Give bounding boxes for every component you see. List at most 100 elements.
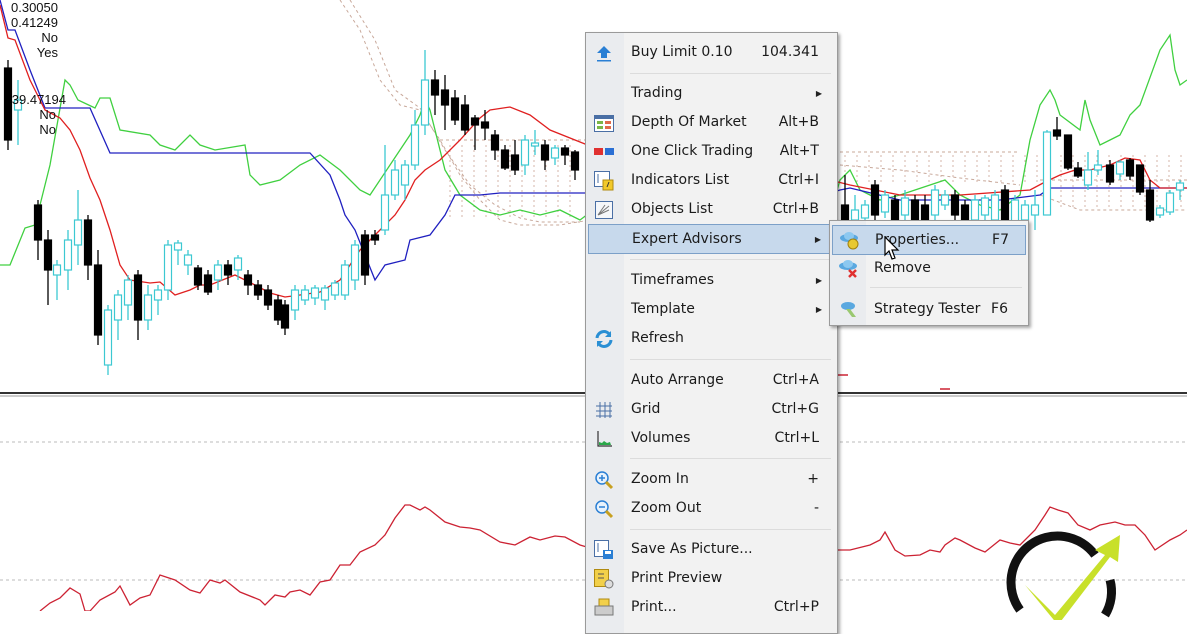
menu-item-label: Print Preview xyxy=(631,570,723,586)
menu-item-print-preview[interactable]: Print Preview xyxy=(588,564,835,592)
bullish-candle xyxy=(103,309,113,366)
bullish-candle xyxy=(420,79,430,126)
menu-item-timeframes[interactable]: Timeframes ▶ xyxy=(588,266,835,294)
bullish-candle xyxy=(850,209,860,221)
indicator-value-labels-mid: 39.47194 No No xyxy=(0,92,66,137)
indicator-value: No xyxy=(39,107,56,122)
bullish-candle xyxy=(970,199,980,221)
menu-item-one-click-trading[interactable]: One Click Trading Alt+T xyxy=(588,137,835,165)
bullish-candle xyxy=(520,139,530,166)
bearish-candle xyxy=(253,284,263,296)
bullish-candle xyxy=(63,239,73,271)
mouse-pointer-icon xyxy=(884,236,900,260)
bearish-candle xyxy=(223,264,233,276)
buy-limit-arrow-icon xyxy=(593,43,615,63)
menu-item-label: Refresh xyxy=(631,330,684,346)
indicator-value: No xyxy=(39,122,56,137)
bearish-candle xyxy=(360,234,370,276)
zoom-in-icon xyxy=(593,470,615,490)
bullish-candle xyxy=(290,289,300,311)
bearish-candle xyxy=(203,274,213,293)
menu-item-label: Save As Picture... xyxy=(631,541,753,557)
bearish-candle xyxy=(920,204,930,221)
bullish-candle xyxy=(1175,182,1185,191)
menu-item-buy-limit[interactable]: Buy Limit 0.10 104.341 xyxy=(588,38,835,66)
menu-item-grid[interactable]: Grid Ctrl+G xyxy=(588,395,835,423)
menu-separator xyxy=(630,359,831,360)
menu-item-label: Template xyxy=(631,301,695,317)
bullish-candle xyxy=(550,147,560,159)
indicator-value: No xyxy=(41,30,58,45)
submenu-arrow-icon: ▶ xyxy=(815,275,822,285)
bearish-candle xyxy=(510,154,520,171)
expert-advisors-submenu: Properties... F7 Remove Strategy Tester … xyxy=(829,220,1029,326)
one-click-trading-icon xyxy=(593,142,615,162)
bearish-candle xyxy=(870,184,880,216)
bearish-candle xyxy=(540,144,550,161)
submenu-item-shortcut: F6 xyxy=(991,301,1008,317)
bullish-candle xyxy=(123,279,133,306)
menu-item-shortcut: Alt+T xyxy=(779,143,819,159)
bullish-candle xyxy=(1155,207,1165,216)
submenu-item-label: Strategy Tester xyxy=(874,301,981,317)
bearish-candle xyxy=(910,199,920,221)
bearish-candle xyxy=(133,274,143,321)
submenu-item-strategy-tester[interactable]: Strategy Tester F6 xyxy=(832,295,1024,323)
menu-item-shortcut: Ctrl+A xyxy=(772,372,819,388)
volumes-icon xyxy=(593,429,615,449)
submenu-arrow-icon: ▶ xyxy=(814,234,821,244)
print-icon xyxy=(593,598,615,618)
menu-item-zoom-in[interactable]: Zoom In + xyxy=(588,465,835,493)
bullish-candle xyxy=(1083,169,1093,186)
submenu-arrow-icon: ▶ xyxy=(815,304,822,314)
bullish-candle xyxy=(173,242,183,251)
menu-item-shortcut: - xyxy=(813,500,819,516)
menu-item-trading[interactable]: Trading ▶ xyxy=(588,79,835,107)
ea-properties-icon xyxy=(839,230,861,250)
bullish-candle xyxy=(390,169,400,196)
menu-item-print[interactable]: Print... Ctrl+P xyxy=(588,593,835,621)
menu-item-volumes[interactable]: Volumes Ctrl+L xyxy=(588,424,835,452)
menu-item-auto-arrange[interactable]: Auto Arrange Ctrl+A xyxy=(588,366,835,394)
submenu-item-properties[interactable]: Properties... F7 xyxy=(832,225,1026,255)
menu-item-save-as-picture[interactable]: Save As Picture... xyxy=(588,535,835,563)
menu-item-depth-of-market[interactable]: Depth Of Market Alt+B xyxy=(588,108,835,136)
menu-item-label: Objects List xyxy=(631,201,713,217)
bullish-candle xyxy=(900,197,910,216)
bearish-candle xyxy=(1052,129,1062,137)
submenu-item-remove[interactable]: Remove xyxy=(832,254,1024,282)
bullish-candle xyxy=(1115,161,1125,175)
bullish-candle xyxy=(860,204,870,219)
chart-context-menu: Buy Limit 0.10 104.341 Trading ▶ Depth O… xyxy=(585,32,838,634)
bearish-candle xyxy=(193,267,203,286)
indicator-value: 0.30050 xyxy=(11,0,58,15)
bearish-candle xyxy=(1125,159,1135,177)
bullish-candle xyxy=(980,197,990,216)
menu-separator xyxy=(630,73,831,74)
menu-separator xyxy=(870,287,1022,288)
indicator-value-labels-top: 0.30050 0.41249 No Yes xyxy=(0,0,58,60)
bearish-candle xyxy=(440,89,450,106)
menu-item-indicators-list[interactable]: Indicators List Ctrl+I xyxy=(588,166,835,194)
menu-item-refresh[interactable]: Refresh xyxy=(588,324,835,352)
menu-item-label: Auto Arrange xyxy=(631,372,724,388)
bullish-candle xyxy=(330,282,340,296)
strategy-tester-icon xyxy=(838,299,860,319)
menu-item-objects-list[interactable]: Objects List Ctrl+B xyxy=(588,195,835,223)
bullish-candle xyxy=(340,264,350,296)
bullish-candle xyxy=(940,194,950,206)
menu-item-label: Grid xyxy=(631,401,661,417)
menu-item-label: Trading xyxy=(631,85,683,101)
menu-item-template[interactable]: Template ▶ xyxy=(588,295,835,323)
menu-item-shortcut: Ctrl+L xyxy=(774,430,819,446)
bearish-candle xyxy=(480,121,490,129)
bearish-candle xyxy=(1073,167,1083,177)
bearish-candle xyxy=(263,289,273,306)
indicator-value: 39.47194 xyxy=(11,92,66,107)
menu-item-zoom-out[interactable]: Zoom Out - xyxy=(588,494,835,522)
bearish-candle xyxy=(243,274,253,286)
menu-item-label: Print... xyxy=(631,599,677,615)
bearish-candle xyxy=(43,239,53,271)
menu-separator xyxy=(630,458,831,459)
menu-item-expert-advisors[interactable]: Expert Advisors ▶ xyxy=(588,224,835,254)
